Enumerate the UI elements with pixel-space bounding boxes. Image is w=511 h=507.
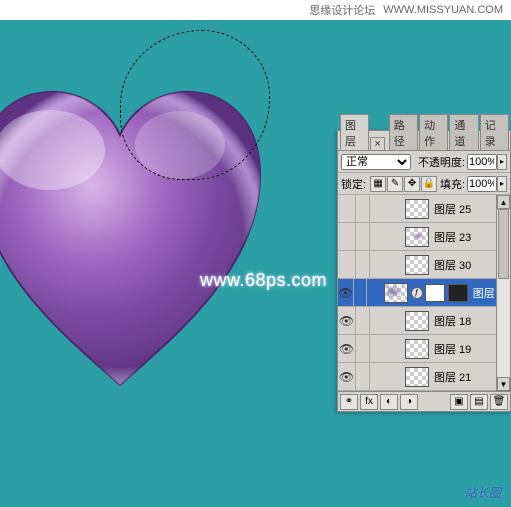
panel-tabs: 图层 × 路径 动作 通道 记录 (338, 131, 510, 151)
scroll-up-icon[interactable]: ▲ (497, 195, 510, 209)
layer-fx-icon[interactable]: fx (360, 394, 378, 410)
lock-position-icon[interactable]: ✥ (404, 176, 420, 192)
layer-thumbnail[interactable] (405, 311, 429, 331)
scrollbar-track[interactable]: ▲ ▼ (496, 195, 510, 391)
delete-layer-icon[interactable]: 🗑 (490, 394, 508, 410)
layer-thumbnail[interactable] (405, 339, 429, 359)
opacity-input[interactable] (467, 154, 497, 170)
site-url-text: WWW.MISSYUAN.COM (383, 4, 503, 16)
layer-thumbnail[interactable] (405, 255, 429, 275)
layer-row[interactable]: 👁 图层 21 (338, 363, 510, 391)
layer-name-label[interactable]: 图层 23 (434, 229, 471, 245)
layer-mask-icon[interactable]: ◐ (380, 394, 398, 410)
fill-arrow-icon[interactable]: ▸ (497, 176, 507, 192)
fill-input[interactable] (467, 176, 497, 192)
tab-actions[interactable]: 动作 (419, 114, 448, 150)
new-layer-icon[interactable]: ▤ (470, 394, 488, 410)
link-col[interactable] (356, 363, 370, 390)
visibility-toggle[interactable] (338, 195, 356, 222)
layer-thumbnail[interactable] (405, 199, 429, 219)
link-col[interactable] (356, 223, 370, 250)
lock-label: 锁定: (341, 176, 366, 192)
link-col[interactable] (354, 279, 366, 306)
tab-paths[interactable]: 路径 (389, 114, 418, 150)
visibility-toggle[interactable]: 👁 (338, 335, 356, 362)
eye-icon: 👁 (338, 286, 353, 300)
fx-badge-icon[interactable]: ƒ (411, 287, 423, 299)
visibility-toggle[interactable] (338, 223, 356, 250)
link-col[interactable] (356, 335, 370, 362)
watermark-text: www.68ps.com (200, 270, 327, 291)
tab-channels[interactable]: 通道 (449, 114, 478, 150)
layer-row[interactable]: 👁 图层 19 (338, 335, 510, 363)
eye-icon: 👁 (339, 342, 354, 356)
lock-fill-row: 锁定: ▦ ✎ ✥ 🔒 填充: ▸ (338, 173, 510, 195)
link-col[interactable] (356, 307, 370, 334)
site-label: 思缘设计论坛 (309, 2, 375, 18)
layer-row[interactable]: 👁ƒ图层 29 (338, 279, 510, 307)
layer-name-label[interactable]: 图层 21 (434, 369, 471, 385)
visibility-toggle[interactable]: 👁 (338, 363, 356, 390)
footer-watermark: 站长圈 (465, 484, 501, 501)
mask-thumbnail[interactable] (425, 284, 445, 302)
layer-row[interactable]: 图层 25 (338, 195, 510, 223)
lock-pixels-icon[interactable]: ✎ (387, 176, 403, 192)
opacity-label: 不透明度: (418, 154, 465, 170)
visibility-toggle[interactable]: 👁 (338, 279, 354, 306)
layer-thumbnail[interactable] (405, 367, 429, 387)
layer-name-label[interactable]: 图层 19 (434, 341, 471, 357)
layer-thumbnail[interactable] (384, 283, 408, 303)
layer-row[interactable]: 👁 图层 18 (338, 307, 510, 335)
layer-name-label[interactable]: 图层 25 (434, 201, 471, 217)
layer-name-label[interactable]: 图层 30 (434, 257, 471, 273)
layer-list: 图层 25图层 23图层 30👁ƒ图层 29👁图层 18👁图层 19👁图层 21 (338, 195, 510, 391)
link-layers-icon[interactable]: ⚭ (340, 394, 358, 410)
tab-layers[interactable]: 图层 (340, 114, 369, 150)
fill-label: 填充: (440, 176, 465, 192)
eye-icon: 👁 (339, 370, 354, 384)
panel-footer: ⚭ fx ◐ ◑ ▣ ▤ 🗑 (338, 391, 510, 411)
layer-row[interactable]: 图层 23 (338, 223, 510, 251)
adjustment-layer-icon[interactable]: ◑ (400, 394, 418, 410)
blend-opacity-row: 正常 不透明度: ▸ (338, 151, 510, 173)
lock-all-icon[interactable]: 🔒 (421, 176, 437, 192)
mask-thumbnail-2[interactable] (448, 284, 468, 302)
layers-panel: 图层 × 路径 动作 通道 记录 正常 不透明度: ▸ 锁定: ▦ ✎ ✥ 🔒 … (337, 130, 511, 412)
visibility-toggle[interactable] (338, 251, 356, 278)
link-col[interactable] (356, 195, 370, 222)
blend-mode-select[interactable]: 正常 (341, 154, 411, 170)
scroll-down-icon[interactable]: ▼ (497, 377, 510, 391)
panel-close-icon[interactable]: × (370, 137, 384, 150)
tab-history[interactable]: 记录 (480, 114, 509, 150)
link-col[interactable] (356, 251, 370, 278)
header-bar: 思缘设计论坛 WWW.MISSYUAN.COM (0, 0, 511, 20)
visibility-toggle[interactable]: 👁 (338, 307, 356, 334)
layer-row[interactable]: 图层 30 (338, 251, 510, 279)
scrollbar-thumb[interactable] (498, 209, 509, 279)
opacity-arrow-icon[interactable]: ▸ (497, 154, 507, 170)
new-group-icon[interactable]: ▣ (450, 394, 468, 410)
layer-thumbnail[interactable] (405, 227, 429, 247)
lock-transparency-icon[interactable]: ▦ (370, 176, 386, 192)
layer-name-label[interactable]: 图层 18 (434, 313, 471, 329)
eye-icon: 👁 (339, 314, 354, 328)
